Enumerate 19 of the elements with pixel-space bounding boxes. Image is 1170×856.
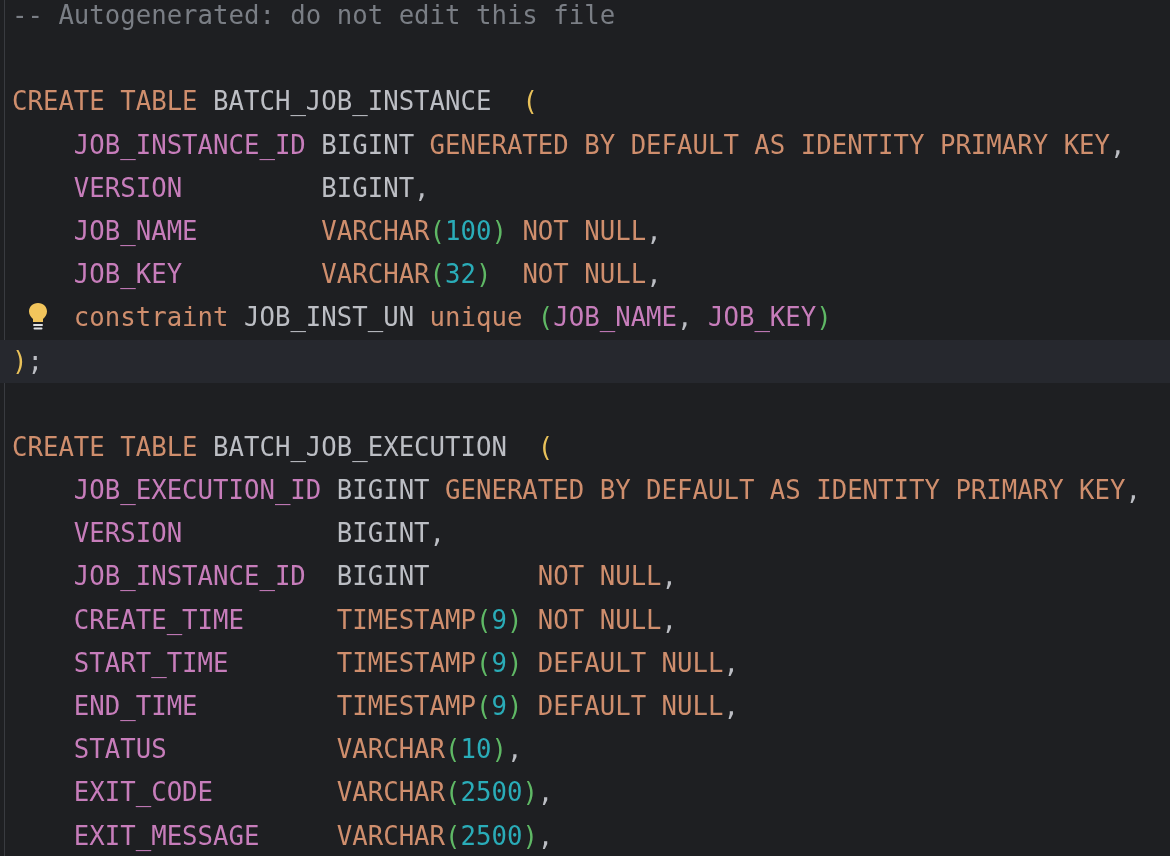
code-comment: -- Autogenerated: do not edit this file	[12, 0, 616, 32]
lightbulb-icon[interactable]	[28, 302, 48, 333]
code-line: JOB_EXECUTION_ID BIGINT GENERATED BY DEFAULT AS IDENTITY PRIMARY KEY,	[73, 474, 1141, 508]
code-line: JOB_INSTANCE_ID BIGINT NOT NULL,	[73, 560, 678, 594]
code-line: EXIT_CODE VARCHAR(2500),	[73, 776, 554, 810]
code-line: CREATE TABLE BATCH_JOB_EXECUTION (	[12, 430, 554, 464]
code-line: constraint JOB_INST_UN unique (JOB_NAME, JOB_KEY)	[73, 301, 832, 335]
code-line: END_TIME TIMESTAMP(9) DEFAULT NULL,	[73, 690, 739, 723]
code-line: EXIT_MESSAGE VARCHAR(2500),	[73, 819, 554, 853]
code-line: START_TIME TIMESTAMP(9) DEFAULT NULL,	[73, 646, 739, 680]
code-line: JOB_INSTANCE_ID BIGINT GENERATED BY DEFAULT AS IDENTITY PRIMARY KEY,	[73, 128, 1126, 162]
code-line: CREATE_TIME TIMESTAMP(9) NOT NULL,	[73, 603, 678, 637]
code-line: JOB_NAME VARCHAR(100) NOT NULL,	[73, 214, 662, 248]
code-line: VERSION BIGINT,	[73, 517, 446, 551]
code-line: VERSION BIGINT,	[73, 171, 430, 205]
code-line: );	[12, 344, 43, 378]
code-line: JOB_KEY VARCHAR(32) NOT NULL,	[73, 258, 662, 292]
code-line: CREATE TABLE BATCH_JOB_INSTANCE (	[12, 85, 538, 119]
code-line: STATUS VARCHAR(10),	[73, 733, 523, 767]
